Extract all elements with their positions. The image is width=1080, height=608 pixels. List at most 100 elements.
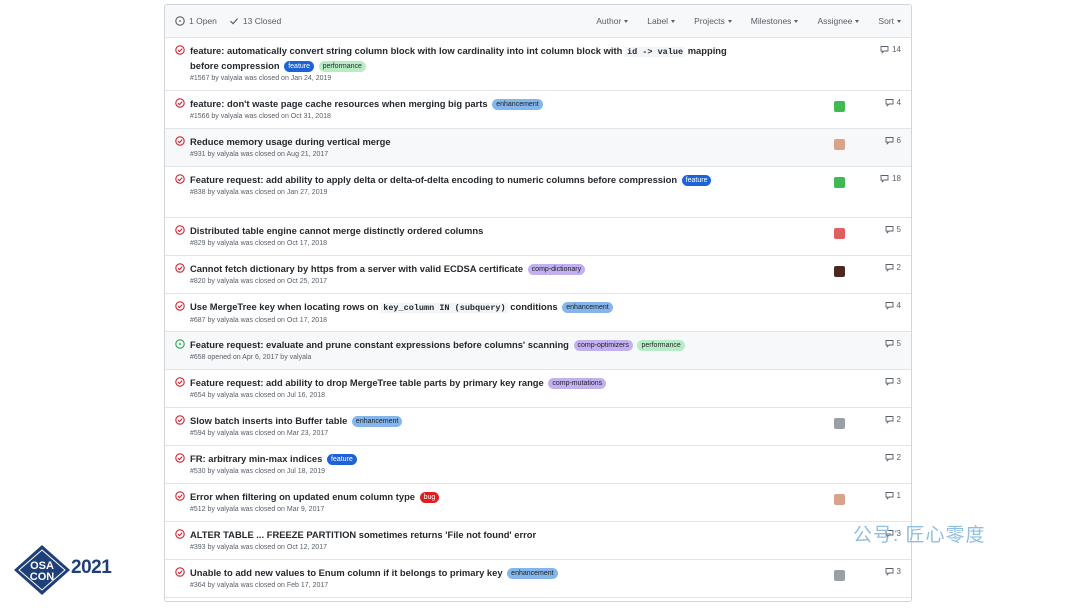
issue-row[interactable]: Unable to add new values to Enum column … (165, 560, 911, 598)
issue-title-link[interactable]: Reduce memory usage during vertical merg… (190, 136, 391, 147)
comments-link[interactable]: 2 (885, 415, 901, 424)
svg-text:CON: CON (30, 571, 55, 583)
issue-meta: #1567 by valyala was closed on Jan 24, 2… (190, 75, 332, 82)
issue-title-link[interactable]: feature: don't waste page cache resource… (190, 98, 488, 109)
issue-title-code[interactable]: key_column IN (subquery) (381, 303, 508, 313)
issue-title-link-end[interactable]: conditions (510, 301, 557, 312)
assignee-avatar[interactable] (834, 228, 845, 239)
issue-title-link[interactable]: Feature request: add ability to drop Mer… (190, 377, 544, 388)
filter-assignee[interactable]: Assignee (817, 16, 860, 26)
assignee-avatar[interactable] (834, 139, 845, 150)
issue-row[interactable]: Slow batch inserts into Buffer table enh… (165, 408, 911, 446)
issue-row[interactable]: Reduce memory usage during vertical merg… (165, 129, 911, 167)
issue-row[interactable]: feature: automatically convert string co… (165, 38, 911, 91)
issue-row[interactable]: Feature request: evaluate and prune cons… (165, 332, 911, 370)
issue-row[interactable]: Use MergeTree key when locating rows on … (165, 294, 911, 332)
issue-label[interactable]: comp-optimizers (573, 340, 633, 351)
comments-link[interactable]: 3 (885, 377, 901, 386)
issue-label[interactable]: enhancement (492, 99, 543, 110)
issue-label[interactable]: enhancement (562, 302, 613, 313)
comment-count: 18 (892, 174, 901, 183)
issue-row[interactable]: ALTER TABLE ... FREEZE PARTITION sometim… (165, 522, 911, 560)
filter-sort[interactable]: Sort (878, 16, 901, 26)
issue-closed-icon (175, 45, 185, 55)
issue-label[interactable]: enhancement (351, 416, 403, 427)
issue-row[interactable]: Feature request: add ability to apply de… (165, 167, 911, 218)
issue-closed-icon (175, 136, 185, 146)
comments-link[interactable]: 18 (880, 174, 901, 183)
comments-link[interactable]: 5 (885, 339, 901, 348)
comments-link[interactable]: 14 (880, 45, 901, 54)
comments-link[interactable]: 2 (885, 263, 901, 272)
issue-row[interactable]: Cannot fetch dictionary by https from a … (165, 256, 911, 294)
issue-label[interactable]: performance (637, 340, 685, 351)
comment-count: 14 (892, 45, 901, 54)
filter-milestones[interactable]: Milestones (751, 16, 799, 26)
comment-icon (885, 264, 893, 272)
issue-label[interactable]: feature (284, 61, 315, 72)
assignee-avatar[interactable] (834, 101, 845, 112)
open-issues-filter[interactable]: 1 Open (175, 16, 217, 26)
issue-title-link[interactable]: feature: automatically convert string co… (190, 45, 622, 56)
comment-icon (880, 175, 889, 183)
issue-title-link[interactable]: Cannot fetch dictionary by https from a … (190, 263, 523, 274)
issue-label[interactable]: comp-dictionary (527, 264, 586, 275)
issue-title-line: ALTER TABLE ... FREEZE PARTITION sometim… (190, 528, 730, 542)
issue-title-link[interactable]: FR: arbitrary min-max indices (190, 453, 322, 464)
issue-label[interactable]: comp-mutations (548, 378, 607, 389)
comments-link[interactable]: 3 (885, 567, 901, 576)
comments-link[interactable]: 5 (885, 225, 901, 234)
assignee-avatar[interactable] (834, 570, 845, 581)
comments-link[interactable]: 4 (885, 98, 901, 107)
closed-count: 13 Closed (242, 16, 282, 26)
issue-title-link[interactable]: Feature request: evaluate and prune cons… (190, 339, 569, 350)
caret-down-icon (727, 19, 732, 23)
issue-title-link[interactable]: Use MergeTree key when locating rows on (190, 301, 379, 312)
issue-title-link[interactable]: Unable to add new values to Enum column … (190, 567, 503, 578)
comment-count: 5 (896, 225, 901, 234)
filter-author[interactable]: Author (596, 16, 629, 26)
issue-title-link[interactable]: Slow batch inserts into Buffer table (190, 415, 347, 426)
issue-title-link[interactable]: ALTER TABLE ... FREEZE PARTITION sometim… (190, 529, 536, 540)
assignee-avatar[interactable] (834, 266, 845, 277)
issue-row[interactable]: Error when filtering on updated enum col… (165, 484, 911, 522)
comments-link[interactable]: 6 (885, 136, 901, 145)
issue-title-link[interactable]: Distributed table engine cannot merge di… (190, 225, 483, 236)
issue-label[interactable]: enhancement (507, 568, 558, 579)
issue-label[interactable]: bug (419, 492, 440, 503)
comment-icon (885, 340, 893, 348)
issue-row[interactable]: Distributed table engine cannot merge di… (165, 218, 911, 256)
filter-projects[interactable]: Projects (694, 16, 732, 26)
issue-row[interactable]: Feature request: add ability to drop Mer… (165, 370, 911, 408)
issue-meta: #1566 by valyala was closed on Oct 31, 2… (190, 113, 331, 120)
comment-icon (885, 454, 893, 462)
comment-count: 4 (896, 301, 901, 310)
comments-link[interactable]: 2 (885, 453, 901, 462)
comments-link[interactable]: 1 (885, 491, 901, 500)
comment-count: 3 (896, 377, 901, 386)
assignee-avatar[interactable] (834, 418, 845, 429)
issue-meta: #838 by valyala was closed on Jan 27, 20… (190, 189, 328, 196)
issue-title-link[interactable]: Error when filtering on updated enum col… (190, 491, 415, 502)
assignee-avatar[interactable] (834, 494, 845, 505)
issue-title-line: feature: don't waste page cache resource… (190, 97, 730, 111)
issue-label[interactable]: feature (681, 175, 712, 186)
issues-list-header: 1 Open 13 Closed Author Label Projects Mile… (165, 5, 911, 38)
closed-issues-filter[interactable]: 13 Closed (229, 16, 281, 26)
comment-count: 2 (896, 415, 901, 424)
issue-closed-icon (175, 263, 185, 273)
comments-link[interactable]: 4 (885, 301, 901, 310)
comment-count: 2 (896, 263, 901, 272)
filter-label[interactable]: Label (647, 16, 676, 26)
issue-title-link[interactable]: Feature request: add ability to apply de… (190, 174, 677, 185)
assignee-avatar[interactable] (834, 177, 845, 188)
issue-title-line: Reduce memory usage during vertical merg… (190, 135, 730, 149)
issue-meta: #594 by valyala was closed on Mar 23, 20… (190, 430, 329, 437)
issue-title-code[interactable]: id -> value (624, 47, 686, 57)
issue-title-line: Feature request: evaluate and prune cons… (190, 338, 730, 352)
issue-row[interactable]: FR: arbitrary min-max indices feature #53… (165, 446, 911, 484)
issue-row[interactable]: feature: don't waste page cache resource… (165, 91, 911, 129)
comment-count: 2 (896, 453, 901, 462)
issue-label[interactable]: feature (326, 454, 357, 465)
issue-label[interactable]: performance (318, 61, 366, 72)
